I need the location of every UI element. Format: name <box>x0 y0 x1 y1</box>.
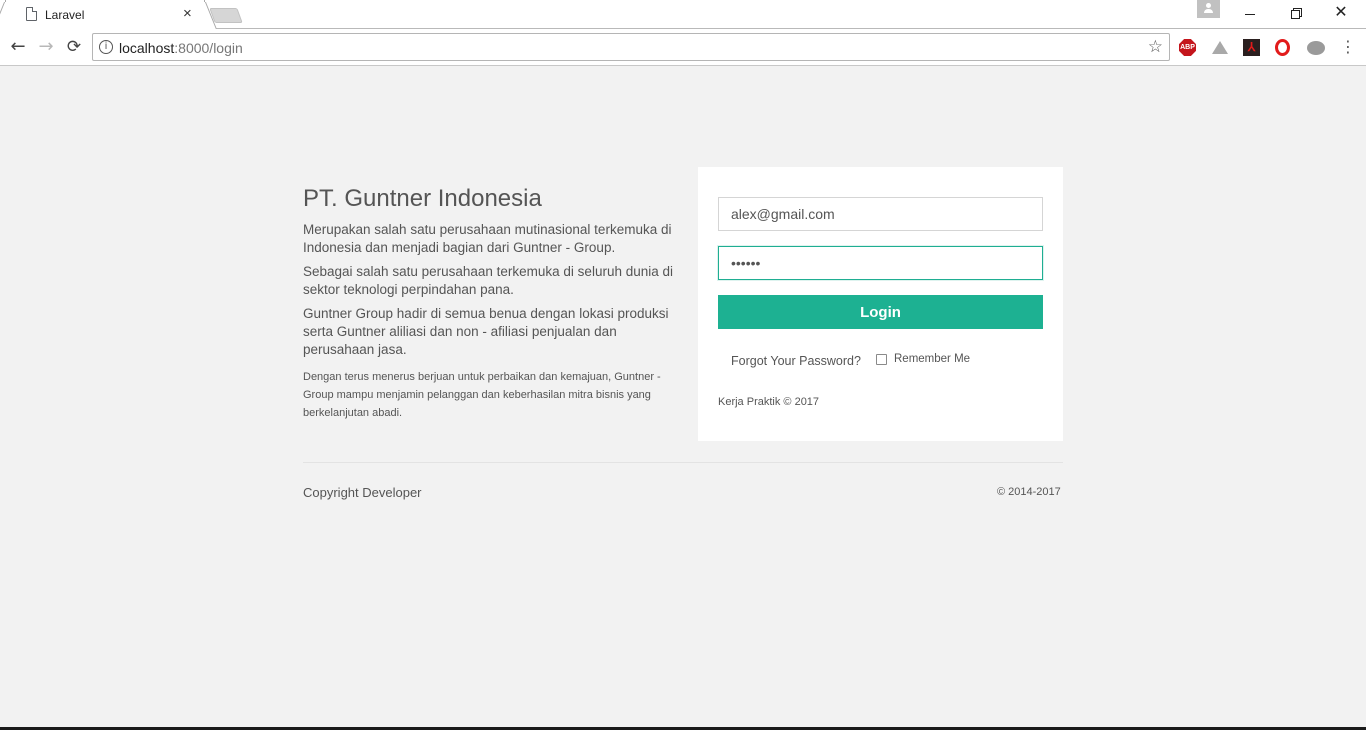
card-footer-text: Kerja Praktik © 2017 <box>718 396 820 408</box>
footer-copyright: Copyright Developer <box>303 485 422 500</box>
profile-body-shape <box>1204 9 1213 13</box>
browser-toolbar: ← → ⟳ i localhost:8000/login ☆ ABP ⅄ ⋮ <box>0 29 1366 66</box>
reload-icon[interactable]: ⟳ <box>64 37 84 57</box>
login-button[interactable]: Login <box>718 295 1043 329</box>
footer-divider <box>303 462 1063 463</box>
ghostery-extension-icon[interactable] <box>1307 41 1325 55</box>
site-info-icon[interactable]: i <box>99 40 113 54</box>
window-minimize-button[interactable] <box>1230 3 1270 23</box>
page-icon <box>26 7 37 21</box>
company-heading: PT. Guntner Indonesia <box>303 185 542 212</box>
url-path: :8000/login <box>174 40 243 56</box>
browser-tab-active[interactable]: Laravel × <box>5 0 205 30</box>
profile-icon[interactable] <box>1197 0 1220 18</box>
new-tab-button[interactable] <box>209 8 243 23</box>
intro-paragraph: Guntner Group hadir di semua benua denga… <box>303 306 669 357</box>
window-close-button[interactable]: ✕ <box>1321 2 1361 22</box>
tab-title: Laravel <box>45 8 85 22</box>
opera-extension-icon[interactable] <box>1275 39 1290 56</box>
url-text[interactable]: localhost:8000/login <box>119 40 243 56</box>
url-host: localhost <box>119 40 175 56</box>
login-card: Login Forgot Your Password? Remember Me … <box>698 167 1063 441</box>
remember-me-label[interactable]: Remember Me <box>894 353 970 365</box>
password-field[interactable] <box>718 246 1043 280</box>
email-field[interactable] <box>718 197 1043 231</box>
forgot-password-link[interactable]: Forgot Your Password? <box>731 354 861 368</box>
bookmark-star-icon[interactable]: ☆ <box>1148 37 1163 57</box>
company-intro: PT. Guntner Indonesia Merupakan salah sa… <box>303 184 675 422</box>
profile-head-shape <box>1206 3 1211 8</box>
drive-extension-icon[interactable] <box>1211 39 1228 56</box>
footer-years: © 2014-2017 <box>997 486 1061 498</box>
forward-arrow-icon[interactable]: → <box>36 37 56 57</box>
remember-me-checkbox[interactable] <box>876 354 887 365</box>
back-arrow-icon[interactable]: ← <box>8 37 28 57</box>
window-restore-button[interactable] <box>1275 3 1315 23</box>
browser-tabstrip: Laravel × ✕ <box>0 0 1366 30</box>
pdf-extension-icon[interactable]: ⅄ <box>1243 39 1260 56</box>
intro-small-text: Dengan terus menerus berjuan untuk perba… <box>303 371 661 419</box>
browser-menu-icon[interactable]: ⋮ <box>1340 37 1356 57</box>
intro-paragraph: Sebagai salah satu perusahaan terkemuka … <box>303 264 673 297</box>
tab-close-icon[interactable]: × <box>183 5 192 23</box>
adblock-extension-icon[interactable]: ABP <box>1179 39 1196 56</box>
address-bar[interactable]: i localhost:8000/login ☆ <box>92 33 1170 61</box>
intro-paragraph: Merupakan salah satu perusahaan mutinasi… <box>303 222 672 255</box>
